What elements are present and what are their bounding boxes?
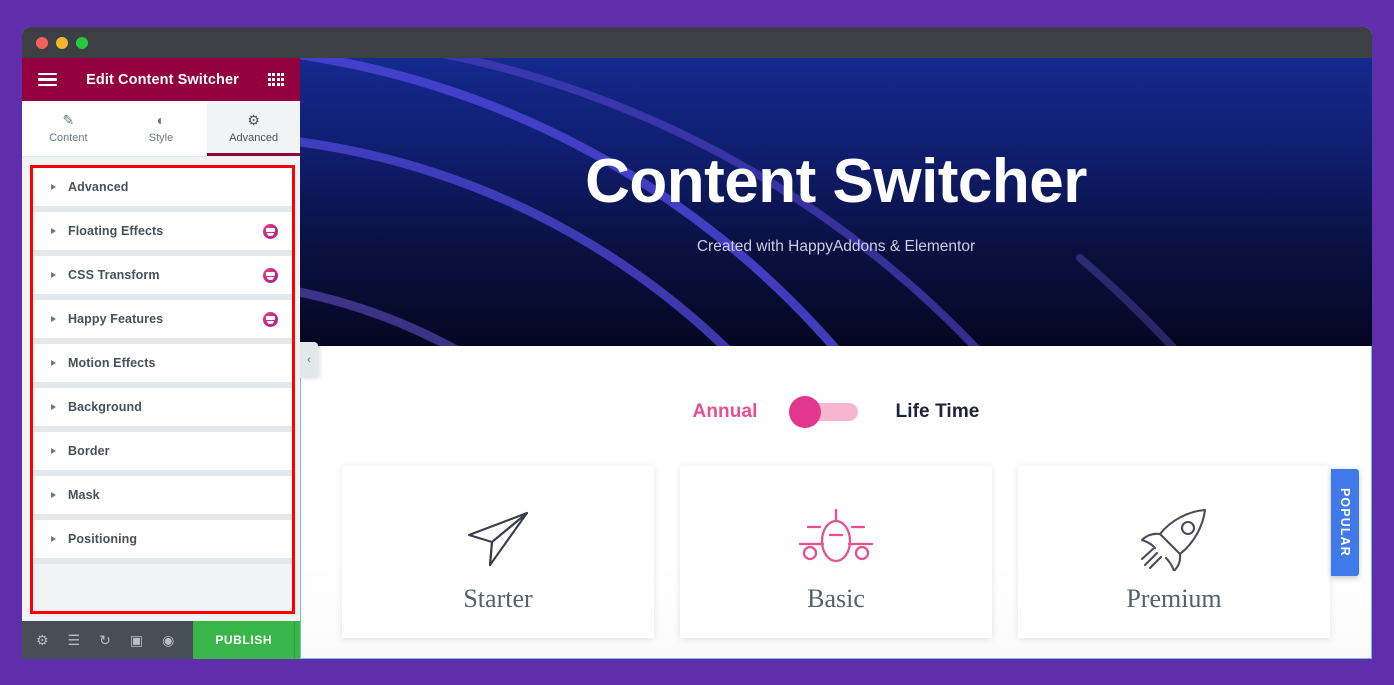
- panel-header: Edit Content Switcher: [22, 58, 300, 101]
- window-titlebar: [22, 27, 1372, 58]
- pencil-icon: ✎: [62, 112, 75, 128]
- browser-window: Edit Content Switcher ✎ Content ◐ Style …: [22, 27, 1372, 659]
- content-switcher-toggle: Annual Life Time: [301, 346, 1371, 428]
- window-maximize-button[interactable]: [76, 36, 88, 49]
- navigator-layers-icon[interactable]: ☰: [68, 633, 81, 647]
- tab-content[interactable]: ✎ Content: [22, 101, 115, 156]
- airplane-front-icon: [796, 502, 876, 576]
- tab-content-label: Content: [49, 132, 88, 144]
- hero-section[interactable]: Content Switcher Created with HappyAddon…: [300, 58, 1372, 346]
- panel-tabs: ✎ Content ◐ Style ⚙ Advanced: [22, 101, 301, 157]
- hero-title: Content Switcher: [585, 146, 1087, 216]
- half-circle-contrast-icon: ◐: [156, 112, 166, 128]
- pricing-card-premium[interactable]: Premium POPULAR: [1018, 466, 1359, 638]
- pricing-cards-row: Starter Basic Premium POPULAR: [301, 423, 1371, 638]
- hero-content: Content Switcher Created with HappyAddon…: [300, 58, 1372, 346]
- annotation-highlight-box: [30, 165, 295, 614]
- switcher-toggle-track[interactable]: [788, 396, 858, 428]
- hamburger-menu-icon[interactable]: [38, 72, 57, 87]
- switcher-label-annual[interactable]: Annual: [693, 401, 758, 423]
- preview-eye-icon[interactable]: ◉: [162, 633, 174, 647]
- tab-style-label: Style: [148, 132, 174, 144]
- publish-button[interactable]: PUBLISH: [193, 621, 295, 659]
- pricing-card-name: Premium: [1126, 584, 1222, 613]
- widgets-grid-icon[interactable]: [268, 73, 284, 86]
- pricing-card-starter[interactable]: Starter: [342, 466, 654, 638]
- tab-advanced[interactable]: ⚙ Advanced: [207, 101, 301, 156]
- page-title: Edit Content Switcher: [86, 71, 239, 88]
- switcher-toggle-knob[interactable]: [788, 396, 821, 428]
- rocket-icon: [1137, 502, 1211, 576]
- pricing-card-name: Starter: [463, 584, 533, 613]
- history-icon[interactable]: ↻: [99, 633, 111, 647]
- tab-advanced-label: Advanced: [229, 132, 279, 144]
- elementor-editor-panel: Edit Content Switcher ✎ Content ◐ Style …: [22, 58, 325, 659]
- hero-subtitle: Created with HappyAddons & Elementor: [696, 238, 976, 256]
- editor-canvas: Content Switcher Created with HappyAddon…: [300, 58, 1372, 659]
- tab-style[interactable]: ◐ Style: [115, 101, 208, 156]
- window-minimize-button[interactable]: [56, 36, 68, 49]
- panel-footer-toolbar: ⚙ ☰ ↻ ▣ ◉ PUBLISH ▲: [22, 621, 325, 659]
- status-badge: POPULAR: [1331, 469, 1359, 576]
- pricing-section[interactable]: Annual Life Time Starter Basic Premium P…: [300, 346, 1372, 659]
- gear-icon: ⚙: [247, 112, 260, 128]
- switcher-label-lifetime[interactable]: Life Time: [896, 401, 980, 423]
- settings-gear-icon[interactable]: ⚙: [36, 633, 49, 647]
- responsive-mode-icon[interactable]: ▣: [130, 633, 143, 647]
- pricing-card-name: Basic: [807, 584, 865, 613]
- paper-plane-icon: [465, 502, 531, 576]
- pricing-card-basic[interactable]: Basic: [680, 466, 992, 638]
- window-close-button[interactable]: [36, 36, 48, 49]
- panel-controls-area: Advanced Floating Effects CSS Transform …: [22, 157, 300, 621]
- panel-collapse-handle[interactable]: ‹: [300, 342, 318, 378]
